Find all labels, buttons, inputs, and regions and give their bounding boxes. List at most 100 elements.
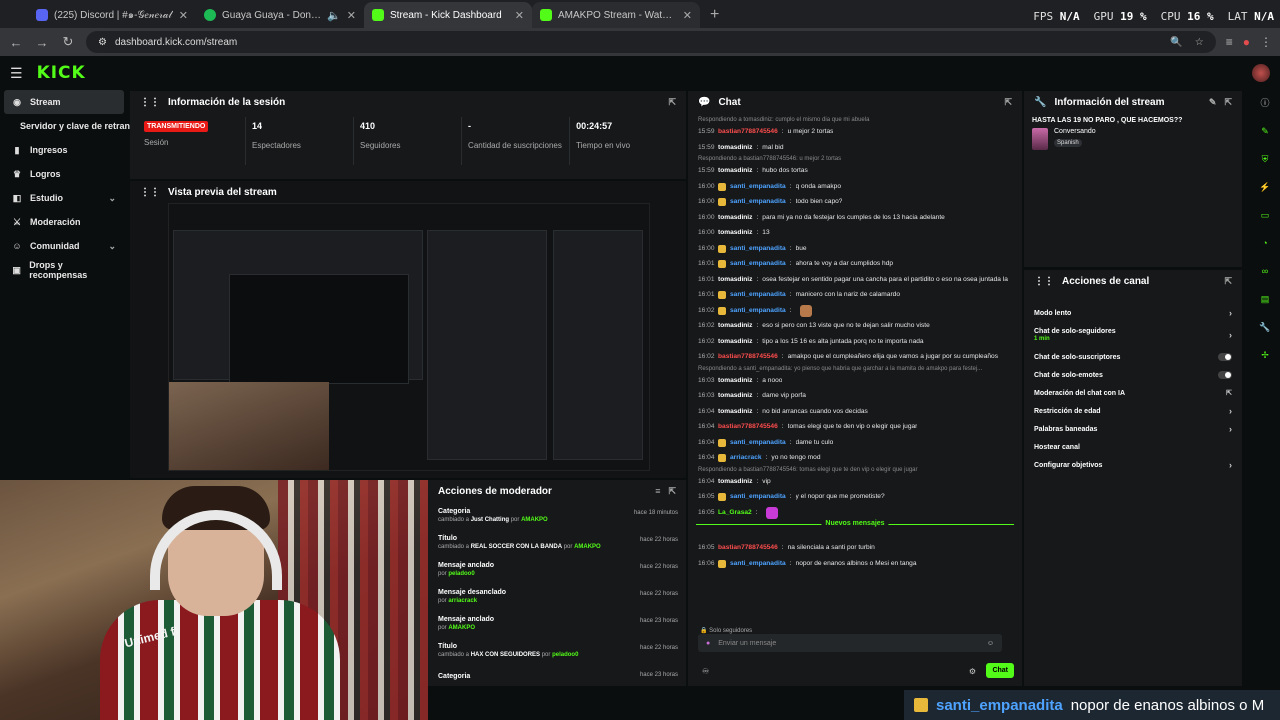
chat-username[interactable]: tomasdiniz [718, 163, 752, 179]
channel-action-row[interactable]: Restricción de edad › [1024, 402, 1242, 420]
popout-icon[interactable]: ⇱ [1224, 276, 1232, 287]
chat-tools-icon[interactable]: ♾ [702, 667, 709, 676]
emoji-icon[interactable]: ☺ [987, 640, 994, 647]
chat-username[interactable]: santi_empanadita [730, 256, 786, 272]
drag-handle-icon[interactable]: ⋮⋮ [1034, 276, 1054, 287]
stream-preview-video[interactable] [168, 203, 650, 471]
chat-username[interactable]: tomasdiniz [718, 318, 752, 334]
speaker-icon[interactable]: 🔈 [327, 9, 341, 22]
forward-icon[interactable]: → [34, 35, 50, 50]
wrench-icon[interactable]: 🔧 [1258, 320, 1272, 334]
chat-input[interactable]: ● Enviar un mensaje ☺ [698, 634, 1002, 652]
chat-message[interactable]: 16:00 santi_empanadita: bue [688, 241, 1022, 257]
channel-action-row[interactable]: Chat de solo-seguidores 1 min › [1024, 322, 1242, 348]
chat-message[interactable]: 16:00 tomasdiniz:13 [688, 225, 1022, 241]
link-icon[interactable]: ∞ [1258, 264, 1272, 278]
menu-icon[interactable]: ☰ [10, 65, 23, 82]
chat-message[interactable]: 16:02 santi_empanadita: [688, 303, 1022, 319]
chat-username[interactable]: tomasdiniz [718, 474, 752, 490]
drag-handle-icon[interactable]: ⋮⋮ [140, 97, 160, 108]
channel-action-row[interactable]: Moderación del chat con IA ⇱ [1024, 384, 1242, 402]
channel-action-row[interactable]: Configurar objetivos › [1024, 456, 1242, 474]
channel-action-row[interactable]: Modo lento › [1024, 304, 1242, 322]
drag-handle-icon[interactable]: ⋮⋮ [140, 187, 160, 198]
close-icon[interactable]: ✕ [683, 9, 692, 22]
chat-username[interactable]: santi_empanadita [730, 241, 786, 257]
url-field[interactable]: ⚙ dashboard.kick.com/stream 🔍 ☆ [86, 31, 1216, 53]
mod-action-user[interactable]: AMAKPO [448, 625, 475, 631]
tab-kick-dashboard[interactable]: Stream - Kick Dashboard ✕ [364, 2, 532, 28]
popout-icon[interactable]: ⇱ [668, 486, 676, 497]
chat-message[interactable]: 16:01 tomasdiniz: osea festejar en sentido… [688, 272, 1022, 288]
sidebar-item-logros[interactable]: ♛ Logros [0, 162, 128, 186]
tab-amakpo-stream[interactable]: AMAKPO Stream - Watch Live o ✕ [532, 2, 700, 28]
popout-icon[interactable]: ⇱ [668, 97, 676, 108]
browser-menu-icon[interactable]: ⋮ [1260, 35, 1272, 49]
chat-username[interactable]: santi_empanadita [730, 194, 786, 210]
chat-icon[interactable]: ◔ [1258, 236, 1272, 250]
chat-message[interactable]: 16:00 santi_empanadita: q onda amakpo [688, 179, 1022, 195]
sidebar-item-comunidad[interactable]: ☺ Comunidad ⌄ [0, 234, 128, 258]
chat-username[interactable]: tomasdiniz [718, 334, 752, 350]
chat-username[interactable]: santi_empanadita [730, 435, 786, 451]
chat-username[interactable]: santi_empanadita [730, 556, 786, 572]
chat-message[interactable]: 16:05 santi_empanadita: y el nopor que me … [688, 489, 1022, 505]
mod-action-user[interactable]: peladoo0 [552, 652, 578, 658]
chat-message[interactable]: 16:03 tomasdiniz: a nooo [688, 373, 1022, 389]
shield-icon[interactable]: ⛨ [1258, 152, 1272, 166]
channel-action-row[interactable]: Chat de solo-emotes [1024, 366, 1242, 384]
chat-message[interactable]: 16:06 santi_empanadita: nopor de enanos al… [688, 556, 1022, 572]
chat-message[interactable]: 16:05 bastian7788745546: na silenciala a s… [688, 540, 1022, 556]
chat-username[interactable]: bastian7788745546 [718, 349, 778, 365]
lightning-icon[interactable]: ⚡ [1258, 180, 1272, 194]
chat-message[interactable]: 15:59 tomasdiniz: hubo dos tortas [688, 163, 1022, 179]
tab-spotify[interactable]: Guaya Guaya - Don Omar 🔈 ✕ [196, 2, 364, 28]
sidebar-item-ingresos[interactable]: ▮ Ingresos [0, 138, 128, 162]
mod-action-user[interactable]: AMAKPO [574, 544, 601, 550]
chat-username[interactable]: santi_empanadita [730, 179, 786, 195]
sidebar-item-moderacion[interactable]: ⚔ Moderación [0, 210, 128, 234]
chat-username[interactable]: La_Grasa2 [718, 505, 752, 521]
chat-message[interactable]: 15:59 bastian7788745546: u mejor 2 tortas [688, 124, 1022, 140]
send-chat-button[interactable]: Chat [986, 663, 1014, 678]
sidebar-item-stream[interactable]: ◉ Stream [4, 90, 124, 114]
channel-action-row[interactable]: Palabras baneadas › [1024, 420, 1242, 438]
kick-logo[interactable]: KICK [37, 63, 86, 83]
info-icon[interactable]: ⓘ [1258, 96, 1272, 110]
chat-message[interactable]: 16:02 tomasdiniz: eso si pero con 13 viste… [688, 318, 1022, 334]
chat-settings-icon[interactable]: ⚙ [969, 667, 976, 676]
close-icon[interactable]: ✕ [179, 9, 188, 22]
sidebar-item-server-key[interactable]: Servidor y clave de retransn [0, 114, 141, 138]
chat-message[interactable]: 16:04 tomasdiniz: no bid arrancas cuando v… [688, 404, 1022, 420]
sidebar-item-estudio[interactable]: ◧ Estudio ⌄ [0, 186, 128, 210]
chat-message[interactable]: 16:01 santi_empanadita: ahora te voy a dar… [688, 256, 1022, 272]
chat-message[interactable]: 16:05 La_Grasa2: [688, 505, 1022, 521]
site-info-icon[interactable]: ⚙ [98, 37, 107, 48]
chat-username[interactable]: bastian7788745546 [718, 419, 778, 435]
chat-username[interactable]: tomasdiniz [718, 373, 752, 389]
chat-username[interactable]: santi_empanadita [730, 287, 786, 303]
chat-message[interactable]: 16:02 tomasdiniz: tipo a los 15 16 es alta… [688, 334, 1022, 350]
mod-action-user[interactable]: peladoo0 [448, 571, 474, 577]
chat-username[interactable]: tomasdiniz [718, 404, 752, 420]
more-icon[interactable]: ✢ [1258, 348, 1272, 362]
mod-action-user[interactable]: AMAKPO [521, 517, 548, 523]
chat-username[interactable]: santi_empanadita [730, 303, 786, 319]
mic-icon[interactable]: ● [706, 640, 710, 647]
chat-username[interactable]: tomasdiniz [718, 140, 752, 156]
pencil-icon[interactable]: ✎ [1258, 124, 1272, 138]
chat-message[interactable]: 16:02 bastian7788745546: amakpo que el cum… [688, 349, 1022, 365]
chat-message[interactable]: 16:03 tomasdiniz: dame vip porfa [688, 388, 1022, 404]
close-icon[interactable]: ✕ [347, 9, 356, 22]
popout-icon[interactable]: ⇱ [1224, 97, 1232, 108]
filter-icon[interactable]: ≡ [655, 486, 660, 496]
chat-message[interactable]: 16:04 arriacrack: yo no tengo mod [688, 450, 1022, 466]
edit-icon[interactable]: ✎ [1209, 97, 1217, 108]
sidebar-item-drops[interactable]: ▣ Drops y recompensas [0, 258, 128, 282]
chat-message[interactable]: 16:00 santi_empanadita: todo bien capo? [688, 194, 1022, 210]
chat-message[interactable]: 16:00 tomasdiniz: para mi ya no da festeja… [688, 210, 1022, 226]
chat-message[interactable]: 16:04 santi_empanadita: dame tu culo [688, 435, 1022, 451]
chat-username[interactable]: arriacrack [730, 450, 762, 466]
channel-action-row[interactable]: Chat de solo-suscriptores [1024, 348, 1242, 366]
popout-icon[interactable]: ⇱ [1004, 97, 1012, 108]
